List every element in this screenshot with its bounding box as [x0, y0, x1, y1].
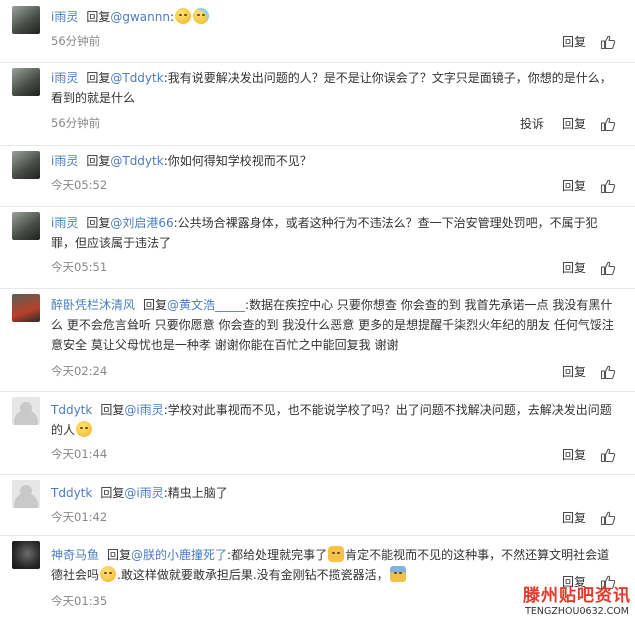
watermark-title: 滕州贴吧资讯	[523, 586, 631, 606]
mention-link[interactable]: @i雨灵	[124, 486, 163, 500]
comment-text-part: :都给处理就完事了	[227, 548, 328, 562]
reply-prefix: 回复	[86, 216, 111, 230]
comment-item: i雨灵 回复@Tddytk:我有说要解决发出问题的人？是不是让你误会了？文字只是面…	[0, 62, 635, 146]
mention-link[interactable]: @黄文浩_____	[167, 298, 245, 312]
comment-text: :精虫上脑了	[163, 486, 228, 500]
reply-prefix: 回复	[100, 486, 125, 500]
avatar[interactable]	[12, 541, 40, 569]
embarrassed-face-icon	[76, 421, 93, 437]
like-button[interactable]	[600, 510, 616, 526]
reply-prefix: 回复	[86, 71, 111, 85]
like-button[interactable]	[600, 447, 616, 463]
username-link[interactable]: i雨灵	[51, 154, 78, 168]
thumbs-up-icon	[600, 117, 616, 131]
report-button[interactable]: 投诉	[520, 115, 544, 132]
like-button[interactable]	[600, 178, 616, 194]
avatar[interactable]	[12, 68, 40, 96]
reply-prefix: 回复	[107, 548, 132, 562]
thumbs-up-icon	[600, 261, 616, 275]
comment-time: 今天05:51	[51, 260, 108, 274]
mention-link[interactable]: @Tddytk	[110, 154, 163, 168]
username-link[interactable]: Tddytk	[51, 486, 92, 500]
comment-time: 今天02:24	[51, 364, 108, 378]
username-link[interactable]: 神奇马鱼	[51, 548, 99, 562]
sleepy-face-icon	[175, 8, 192, 24]
comment-text: :数据在疾控中心 只要你想查 你会查的到 我首先承诺一点 我没有黑什么 更不会危…	[51, 298, 614, 352]
username-link[interactable]: 醉卧凭栏沐清风	[51, 298, 135, 312]
comment-time: 56分钟前	[51, 116, 101, 130]
comment-item: Tddytk 回复@i雨灵:精虫上脑了 今天01:42 回复	[0, 474, 635, 536]
reply-button[interactable]: 回复	[562, 177, 586, 194]
username-link[interactable]: i雨灵	[51, 71, 78, 85]
mention-link[interactable]: @Tddytk	[110, 71, 163, 85]
thumbs-up-icon	[600, 365, 616, 379]
comment-time: 今天01:44	[51, 447, 108, 461]
username-link[interactable]: i雨灵	[51, 10, 78, 24]
comment-body: i雨灵 回复@gwannn:	[51, 7, 621, 27]
avatar[interactable]	[12, 294, 40, 322]
mention-link[interactable]: @gwannn	[110, 10, 170, 24]
reply-prefix: 回复	[100, 403, 125, 417]
thumbs-up-icon	[600, 511, 616, 525]
figure-emoji-icon	[389, 566, 406, 582]
thumbs-up-icon	[600, 35, 616, 49]
comment-body: Tddytk 回复@i雨灵:精虫上脑了	[51, 483, 621, 503]
watermark: 滕州贴吧资讯 TENGZHOU0632.COM	[523, 581, 631, 617]
mention-link[interactable]: @朕的小鹿撞死了	[131, 548, 227, 562]
comment-body: 醉卧凭栏沐清风 回复@黄文浩_____:数据在疾控中心 只要你想查 你会查的到 我…	[51, 295, 621, 355]
mention-link[interactable]: @i雨灵	[124, 403, 163, 417]
mention-link[interactable]: @刘启港66	[110, 216, 173, 230]
thumbs-up-icon	[600, 448, 616, 462]
reply-prefix: 回复	[86, 154, 111, 168]
avatar[interactable]	[12, 212, 40, 240]
avatar[interactable]	[12, 151, 40, 179]
avatar[interactable]	[12, 397, 40, 425]
comment-text-part: .敢这样做就要敢承担后果.没有金刚钻不揽瓷器活，	[117, 568, 389, 582]
avatar[interactable]	[12, 6, 40, 34]
comment-time: 56分钟前	[51, 34, 101, 48]
comment-body: Tddytk 回复@i雨灵:学校对此事视而不见，也不能说学校了吗？出了问题不找解决…	[51, 400, 621, 440]
watermark-url: TENGZHOU0632.COM	[523, 606, 631, 617]
like-button[interactable]	[600, 260, 616, 276]
smile-face-icon	[100, 566, 117, 582]
like-button[interactable]	[600, 34, 616, 50]
comment-body: i雨灵 回复@刘启港66:公共场合裸露身体，或者这种行为不违法么？查一下治安管理处…	[51, 213, 621, 253]
avatar[interactable]	[12, 480, 40, 508]
comment-item: i雨灵 回复@gwannn: 56分钟前 回复	[0, 0, 635, 63]
comment-item: Tddytk 回复@i雨灵:学校对此事视而不见，也不能说学校了吗？出了问题不找解决…	[0, 391, 635, 475]
reply-button[interactable]: 回复	[562, 33, 586, 50]
comment-item: 醉卧凭栏沐清风 回复@黄文浩_____:数据在疾控中心 只要你想查 你会查的到 我…	[0, 288, 635, 392]
reply-button[interactable]: 回复	[562, 446, 586, 463]
like-button[interactable]	[600, 116, 616, 132]
comment-time: 今天05:52	[51, 178, 108, 192]
comment-body: 神奇马鱼 回复@朕的小鹿撞死了:都给处理就完事了 肯定不能视而不见的这种事，不然还算…	[51, 545, 621, 585]
cat-face-icon	[328, 546, 345, 562]
comment-item: i雨灵 回复@刘启港66:公共场合裸露身体，或者这种行为不违法么？查一下治安管理处…	[0, 206, 635, 289]
comment-time: 今天01:35	[51, 594, 108, 608]
comment-body: i雨灵 回复@Tddytk:你如何得知学校视而不见？	[51, 151, 621, 171]
reply-button[interactable]: 回复	[562, 363, 586, 380]
reply-prefix: 回复	[86, 10, 111, 24]
username-link[interactable]: Tddytk	[51, 403, 92, 417]
reply-button[interactable]: 回复	[562, 509, 586, 526]
comment-item: i雨灵 回复@Tddytk:你如何得知学校视而不见？ 今天05:52 回复	[0, 145, 635, 207]
crying-face-icon	[193, 8, 210, 24]
reply-button[interactable]: 回复	[562, 115, 586, 132]
reply-button[interactable]: 回复	[562, 259, 586, 276]
comment-text: :你如何得知学校视而不见？	[163, 154, 312, 168]
username-link[interactable]: i雨灵	[51, 216, 78, 230]
comment-body: i雨灵 回复@Tddytk:我有说要解决发出问题的人？是不是让你误会了？文字只是面…	[51, 68, 621, 108]
thumbs-up-icon	[600, 179, 616, 193]
like-button[interactable]	[600, 364, 616, 380]
comment-text: :	[169, 10, 175, 24]
comment-time: 今天01:42	[51, 510, 108, 524]
reply-prefix: 回复	[143, 298, 168, 312]
